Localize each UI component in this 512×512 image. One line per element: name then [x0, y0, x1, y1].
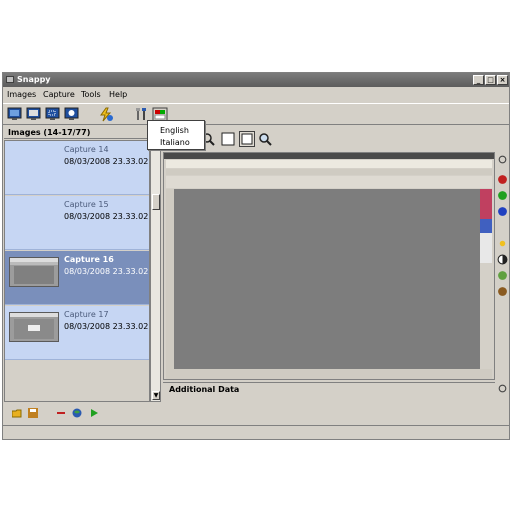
capture-name: Capture 17	[64, 310, 109, 319]
additional-data-bar[interactable]: Additional Data	[163, 382, 495, 397]
close-button[interactable]: ×	[497, 75, 508, 85]
images-panel: Images (14-17/77) Capture 14 08/03/2008 …	[4, 126, 161, 422]
effects-sidebar	[496, 152, 509, 396]
open-folder-icon[interactable]	[12, 408, 22, 418]
language-dropdown: English Italiano	[147, 120, 205, 150]
play-icon[interactable]	[89, 408, 99, 418]
language-option-english[interactable]: English	[160, 126, 189, 136]
capture-thumbnail	[9, 257, 59, 287]
capture-thumbnail	[9, 312, 59, 342]
list-item[interactable]: Capture 14 08/03/2008 23.33.02	[5, 141, 149, 195]
screenshot-preview[interactable]	[163, 152, 495, 380]
menu-help[interactable]: Help	[109, 90, 127, 100]
capture-name: Capture 15	[64, 200, 109, 209]
scrollbar-thumb[interactable]	[152, 194, 160, 210]
capture-name: Capture 16	[64, 255, 114, 264]
sun-icon[interactable]	[497, 238, 508, 249]
gear-icon[interactable]	[497, 383, 508, 394]
magnifier-icon[interactable]	[258, 132, 272, 146]
menu-capture[interactable]: Capture	[43, 90, 75, 100]
region-capture-icon[interactable]	[45, 107, 61, 122]
blue-dot-icon[interactable]	[497, 206, 508, 217]
list-item[interactable]: Capture 16 08/03/2008 23.33.02	[5, 251, 149, 305]
timed-capture-icon[interactable]	[64, 107, 80, 122]
view-toolbar	[163, 126, 509, 150]
app-icon	[6, 76, 14, 83]
capture-date: 08/03/2008 23.33.02	[64, 267, 149, 276]
capture-name: Capture 14	[64, 145, 109, 154]
save-icon[interactable]	[28, 408, 38, 418]
delete-icon[interactable]	[56, 408, 66, 418]
minimize-button[interactable]: _	[473, 75, 484, 85]
lightning-icon[interactable]	[98, 107, 114, 122]
monitor-capture-icon[interactable]	[7, 107, 23, 122]
capture-date: 08/03/2008 23.33.02	[64, 157, 149, 166]
list-item[interactable]: Capture 17 08/03/2008 23.33.02	[5, 306, 149, 360]
green-dot-icon[interactable]	[497, 190, 508, 201]
window-capture-icon[interactable]	[26, 107, 42, 122]
sepia-icon[interactable]	[497, 286, 508, 297]
scroll-down-arrow-icon[interactable]: ▼	[152, 391, 160, 400]
captured-screenshot-image	[164, 153, 494, 379]
capture-date: 08/03/2008 23.33.02	[64, 322, 149, 331]
window-title: Snappy	[17, 75, 51, 84]
preview-panel: Additional Data	[163, 126, 509, 422]
list-actions-bar	[4, 404, 161, 422]
title-bar[interactable]: Snappy _ □ ×	[3, 73, 509, 87]
capture-date: 08/03/2008 23.33.02	[64, 212, 149, 221]
settings-icon[interactable]	[497, 154, 508, 165]
menu-images[interactable]: Images	[7, 90, 36, 100]
menu-tools[interactable]: Tools	[81, 90, 101, 100]
list-item[interactable]: Capture 15 08/03/2008 23.33.02	[5, 196, 149, 250]
status-bar	[3, 425, 509, 439]
language-option-italiano[interactable]: Italiano	[160, 138, 190, 148]
globe-icon[interactable]	[72, 408, 82, 418]
fit-icon[interactable]	[221, 132, 235, 146]
menu-bar: Images Capture Tools Help	[3, 88, 509, 102]
red-dot-icon[interactable]	[497, 174, 508, 185]
list-scrollbar[interactable]: ▲ ▼	[150, 140, 161, 402]
capture-list: Capture 14 08/03/2008 23.33.02 Capture 1…	[4, 140, 150, 402]
main-toolbar	[3, 103, 509, 125]
contrast-icon[interactable]	[497, 254, 508, 265]
actual-size-icon[interactable]	[239, 131, 255, 147]
images-header: Images (14-17/77)	[4, 126, 161, 139]
additional-data-label: Additional Data	[169, 385, 240, 394]
color-balance-icon[interactable]	[497, 270, 508, 281]
maximize-button[interactable]: □	[485, 75, 496, 85]
snappy-window: Snappy _ □ × Images Capture Tools Help I…	[2, 72, 510, 440]
